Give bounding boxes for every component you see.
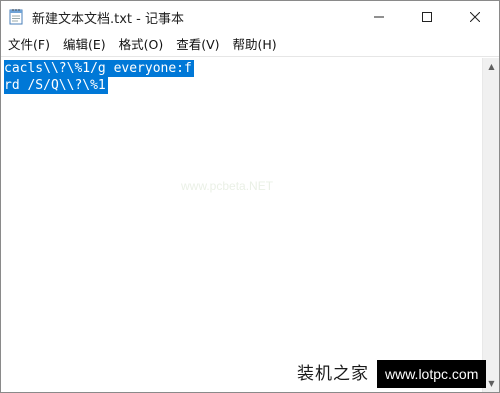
menu-bar: 文件(F) 编辑(E) 格式(O) 查看(V) 帮助(H) [1,32,499,57]
minimize-button[interactable] [356,1,402,32]
site-name: 装机之家 [289,360,377,388]
close-button[interactable] [452,1,498,32]
text-editor[interactable]: cacls\\?\%1/g everyone:f rd /S/Q\\?\%1 w… [1,58,482,392]
editor-line-1[interactable]: cacls\\?\%1/g everyone:f [4,60,194,77]
scroll-up-button[interactable]: ▲ [483,58,500,75]
chevron-up-icon: ▲ [488,62,495,71]
window-title: 新建文本文档.txt - 记事本 [32,12,184,27]
title-bar[interactable]: 新建文本文档.txt - 记事本 [1,1,499,32]
vertical-scrollbar[interactable]: ▲ ▼ [482,58,499,392]
notepad-window: 新建文本文档.txt - 记事本 文件(F) 编辑(E) 格式(O) 查看(V)… [0,0,500,393]
center-watermark: www.pcbeta.NET [181,179,274,193]
notepad-icon [9,8,24,25]
site-watermark: 装机之家 www.lotpc.com [289,360,495,388]
menu-view[interactable]: 查看(V) [171,32,224,57]
minimize-icon [374,7,384,26]
menu-edit[interactable]: 编辑(E) [58,32,111,57]
site-url: www.lotpc.com [377,360,487,388]
menu-file[interactable]: 文件(F) [3,32,55,57]
maximize-icon [422,7,432,26]
menu-format[interactable]: 格式(O) [114,32,169,57]
menu-help[interactable]: 帮助(H) [228,32,282,57]
maximize-button[interactable] [404,1,450,32]
close-icon [469,7,481,26]
editor-line-2[interactable]: rd /S/Q\\?\%1 [4,77,108,94]
